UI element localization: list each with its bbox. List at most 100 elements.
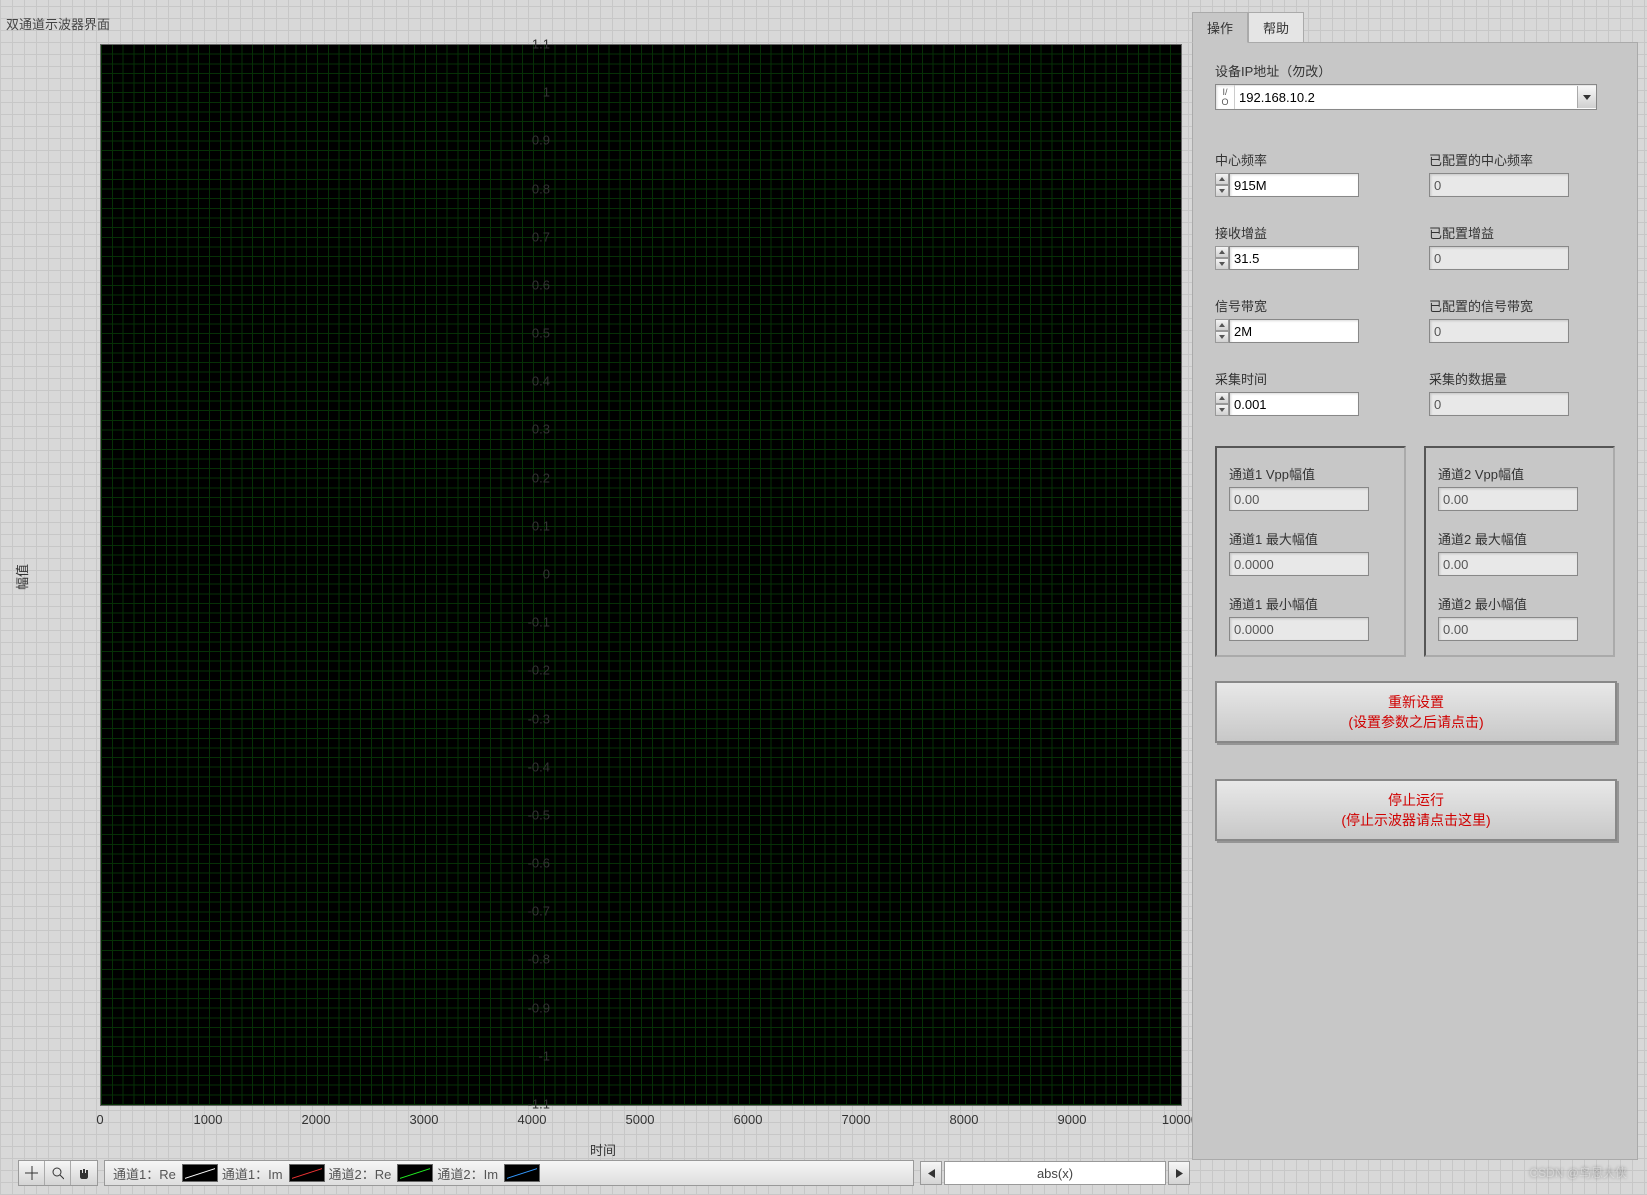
pan-tool-icon[interactable]: [71, 1161, 97, 1185]
ch1-max-label: 通道1 最大幅值: [1229, 529, 1392, 548]
ip-label: 设备IP地址（勿改）: [1215, 61, 1615, 80]
y-tick-label: 0.5: [532, 326, 550, 341]
legend-label: 通道2：Im: [437, 1164, 498, 1183]
legend-item-ch1-im[interactable]: 通道1：Im: [222, 1164, 325, 1183]
y-tick-label: -0.5: [528, 807, 550, 822]
spin-down-icon[interactable]: [1215, 258, 1229, 270]
window-title: 双通道示波器界面: [6, 14, 110, 33]
center-freq-group: 中心频率: [1215, 150, 1405, 197]
center-freq-label: 中心频率: [1215, 150, 1405, 169]
spin-up-icon[interactable]: [1215, 246, 1229, 258]
sample-count-group: 采集的数据量 0: [1429, 369, 1619, 416]
stop-button[interactable]: 停止运行 (停止示波器请点击这里): [1215, 779, 1617, 841]
ip-address-input[interactable]: [1235, 86, 1577, 108]
channel-2-stats: 通道2 Vpp幅值 0.00 通道2 最大幅值 0.00 通道2 最小幅值 0.…: [1424, 446, 1615, 657]
reset-button-line2: (设置参数之后请点击): [1348, 712, 1483, 732]
y-tick-label: 0.9: [532, 133, 550, 148]
sample-count-label: 采集的数据量: [1429, 369, 1619, 388]
cfg-bw-group: 已配置的信号带宽 0: [1429, 296, 1619, 343]
spin-up-icon[interactable]: [1215, 319, 1229, 331]
ip-address-field[interactable]: I/O: [1215, 84, 1597, 110]
cfg-gain-label: 已配置增益: [1429, 223, 1619, 242]
spin-down-icon[interactable]: [1215, 404, 1229, 416]
y-tick-label: -0.3: [528, 711, 550, 726]
rx-gain-spinner[interactable]: [1215, 246, 1229, 270]
chevron-right-icon: [1176, 1169, 1183, 1178]
y-tick-label: 1.1: [532, 37, 550, 52]
ch1-vpp-value: 0.00: [1229, 487, 1369, 511]
y-tick-label: 0: [543, 567, 550, 582]
center-freq-spinner[interactable]: [1215, 173, 1229, 197]
ch1-max-value: 0.0000: [1229, 552, 1369, 576]
y-tick-label: -0.2: [528, 663, 550, 678]
ch2-min-label: 通道2 最小幅值: [1438, 594, 1601, 613]
y-tick-label: -0.6: [528, 856, 550, 871]
center-freq-input[interactable]: [1229, 173, 1359, 197]
zoom-tool-icon[interactable]: [45, 1161, 71, 1185]
crosshair-tool-icon[interactable]: [19, 1161, 45, 1185]
legend-item-ch1-re[interactable]: 通道1：Re: [113, 1164, 218, 1183]
stop-button-line2: (停止示波器请点击这里): [1341, 810, 1490, 830]
y-tick-label: 1: [543, 85, 550, 100]
spin-up-icon[interactable]: [1215, 173, 1229, 185]
cfg-center-group: 已配置的中心频率 0: [1429, 150, 1619, 197]
y-tick-label: 0.1: [532, 518, 550, 533]
legend-label: 通道1：Im: [222, 1164, 283, 1183]
ip-dropdown-button[interactable]: [1577, 86, 1596, 108]
cfg-center-value: 0: [1429, 173, 1569, 197]
x-tick-label: 1000: [194, 1112, 223, 1127]
rx-gain-group: 接收增益: [1215, 223, 1405, 270]
tab-help[interactable]: 帮助: [1248, 12, 1304, 42]
reset-button-line1: 重新设置: [1388, 692, 1444, 712]
plot-toolbar: 通道1：Re 通道1：Im 通道2：Re 通道2：Im abs(x): [18, 1160, 1190, 1186]
x-tick-label: 7000: [842, 1112, 871, 1127]
reset-button[interactable]: 重新设置 (设置参数之后请点击): [1215, 681, 1617, 743]
ch2-min-value: 0.00: [1438, 617, 1578, 641]
channel-1-stats: 通道1 Vpp幅值 0.00 通道1 最大幅值 0.0000 通道1 最小幅值 …: [1215, 446, 1406, 657]
spin-up-icon[interactable]: [1215, 392, 1229, 404]
ch1-vpp-label: 通道1 Vpp幅值: [1229, 464, 1392, 483]
watermark: CSDN @鸟恩大侠: [1529, 1164, 1627, 1181]
cfg-gain-group: 已配置增益 0: [1429, 223, 1619, 270]
sample-time-spinner[interactable]: [1215, 392, 1229, 416]
mode-next-button[interactable]: [1168, 1161, 1190, 1185]
io-icon: I/O: [1216, 85, 1235, 109]
ch1-min-value: 0.0000: [1229, 617, 1369, 641]
legend-swatch-icon: [504, 1164, 540, 1182]
sample-time-input[interactable]: [1229, 392, 1359, 416]
chevron-down-icon: [1583, 95, 1591, 100]
cfg-gain-value: 0: [1429, 246, 1569, 270]
legend-swatch-icon: [182, 1164, 218, 1182]
cfg-bw-label: 已配置的信号带宽: [1429, 296, 1619, 315]
control-panel: 操作 帮助 设备IP地址（勿改） I/O 中心频率: [1192, 14, 1638, 1182]
legend-swatch-icon: [289, 1164, 325, 1182]
cfg-bw-value: 0: [1429, 319, 1569, 343]
x-tick-label: 0: [96, 1112, 103, 1127]
sample-time-label: 采集时间: [1215, 369, 1405, 388]
mode-prev-button[interactable]: [920, 1161, 942, 1185]
mode-display[interactable]: abs(x): [944, 1161, 1166, 1185]
bandwidth-spinner[interactable]: [1215, 319, 1229, 343]
y-tick-label: 0.8: [532, 181, 550, 196]
tab-bar: 操作 帮助: [1192, 14, 1638, 42]
spin-down-icon[interactable]: [1215, 331, 1229, 343]
y-tick-label: 0.7: [532, 229, 550, 244]
legend-label: 通道1：Re: [113, 1164, 176, 1183]
oscilloscope-plot[interactable]: [100, 44, 1182, 1106]
tab-operate[interactable]: 操作: [1192, 12, 1248, 43]
rx-gain-input[interactable]: [1229, 246, 1359, 270]
spin-down-icon[interactable]: [1215, 185, 1229, 197]
rx-gain-label: 接收增益: [1215, 223, 1405, 242]
sample-count-value: 0: [1429, 392, 1569, 416]
ch2-max-label: 通道2 最大幅值: [1438, 529, 1601, 548]
ch2-max-value: 0.00: [1438, 552, 1578, 576]
y-axis-label: 幅值: [12, 564, 31, 590]
x-tick-label: 8000: [950, 1112, 979, 1127]
legend-item-ch2-im[interactable]: 通道2：Im: [437, 1164, 540, 1183]
y-tick-label: 0.3: [532, 422, 550, 437]
x-tick-label: 4000: [518, 1112, 547, 1127]
y-tick-label: -0.1: [528, 615, 550, 630]
legend-item-ch2-re[interactable]: 通道2：Re: [329, 1164, 434, 1183]
bandwidth-input[interactable]: [1229, 319, 1359, 343]
x-tick-label: 9000: [1058, 1112, 1087, 1127]
